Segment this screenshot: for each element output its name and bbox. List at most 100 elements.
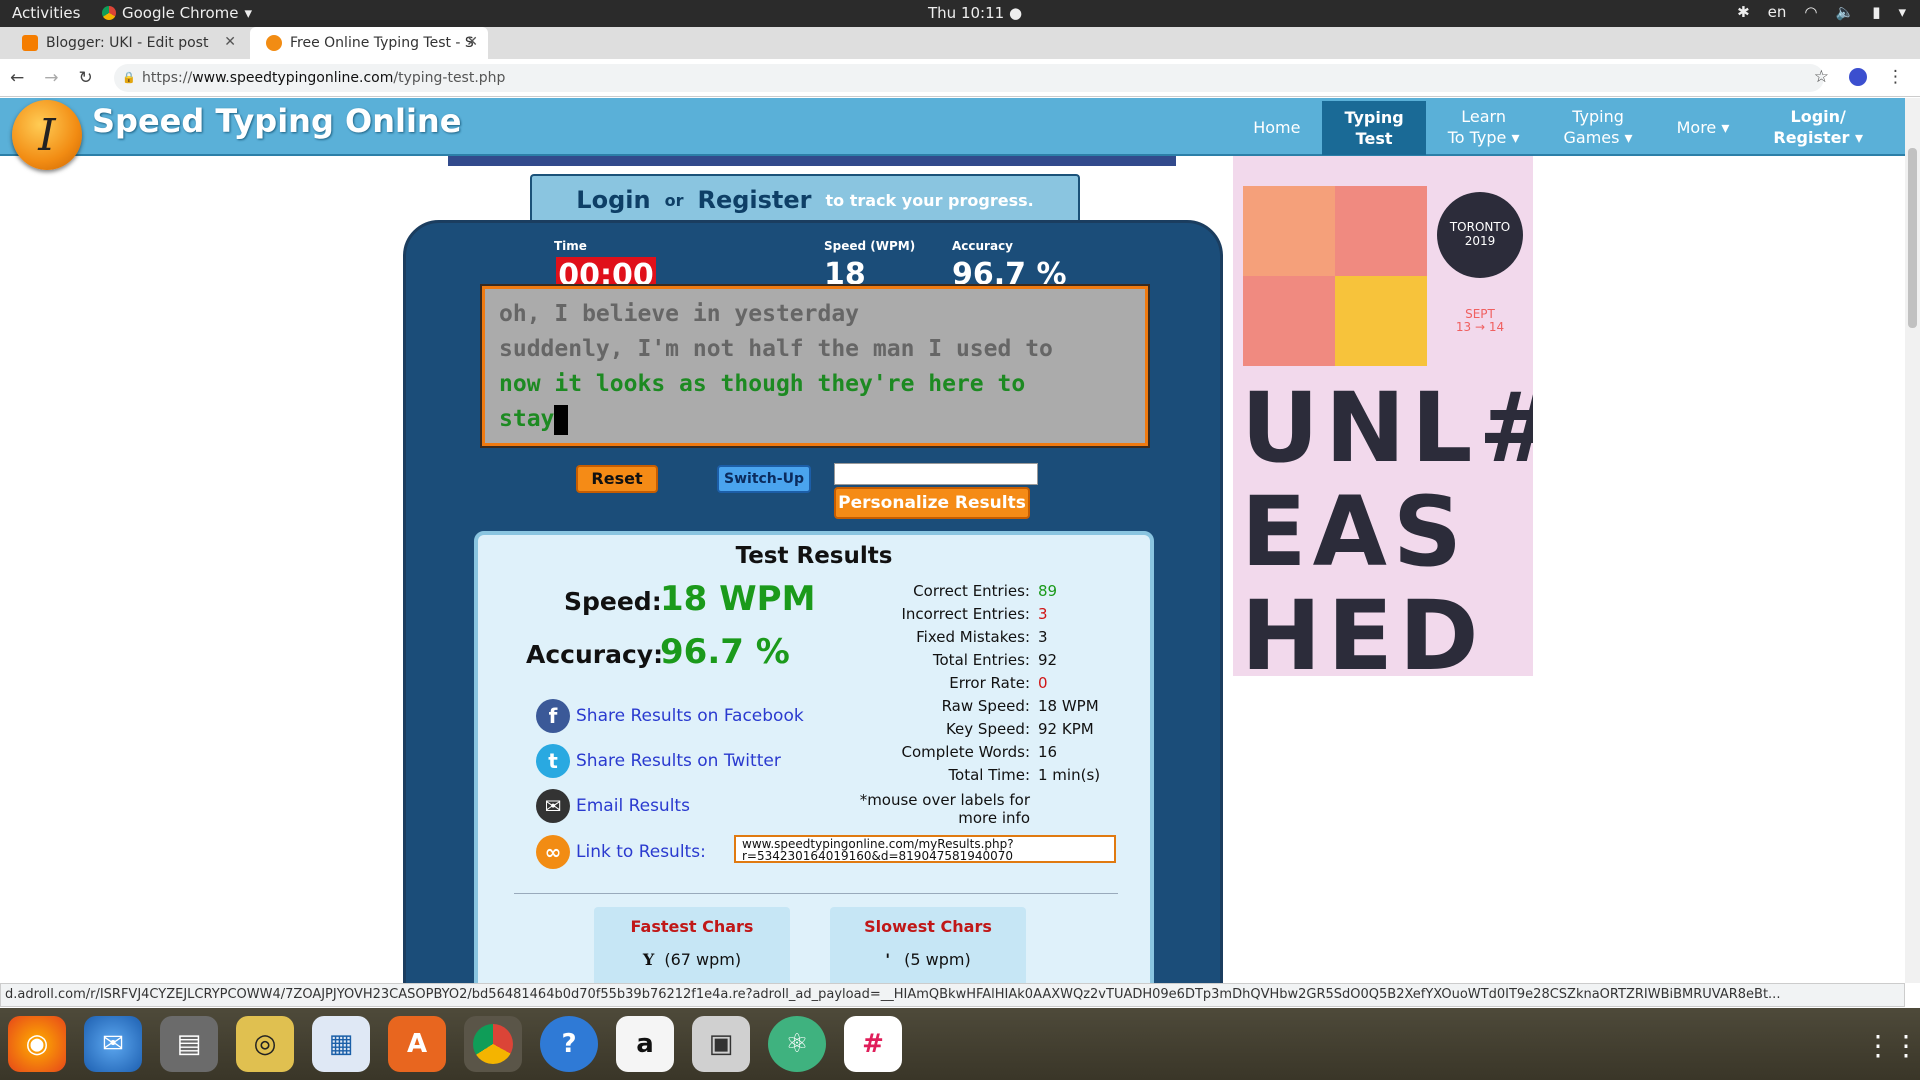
email-label: Email Results — [576, 796, 690, 816]
firefox-icon[interactable]: ◉ — [8, 1016, 66, 1072]
stat-label[interactable]: Error Rate: — [868, 674, 1038, 692]
typing-text-area[interactable]: oh, I believe in yesterday suddenly, I'm… — [482, 286, 1148, 446]
activities-button[interactable]: Activities — [12, 4, 80, 22]
app-menu[interactable]: Google Chrome ▾ — [102, 4, 252, 22]
personalize-results-button[interactable]: Personalize Results — [834, 487, 1030, 519]
taskbar-dock: ◉ ✉ ▤ ◎ ▦ A ? a ▣ ⚛ # ⋮⋮⋮ — [0, 1008, 1920, 1080]
accuracy-label: Accuracy — [952, 239, 1014, 253]
stat-label[interactable]: Incorrect Entries: — [868, 605, 1038, 623]
mouse-over-note: *mouse over labels for more info — [858, 791, 1030, 827]
volume-icon[interactable]: 🔈 — [1836, 3, 1855, 21]
browser-tab-typing-test[interactable]: Free Online Typing Test - S ✕ — [250, 27, 488, 59]
show-apps-icon[interactable]: ⋮⋮⋮ — [1864, 1028, 1920, 1064]
stat-row: Error Rate: 0 — [868, 671, 1148, 694]
menu-login-register[interactable]: Login/Register ▾ — [1751, 100, 1885, 154]
menu-label: Home — [1253, 117, 1301, 137]
software-icon[interactable]: A — [388, 1016, 446, 1072]
url-scheme: https:// — [142, 70, 193, 86]
email-icon: ✉ — [536, 789, 570, 823]
reset-button[interactable]: Reset — [576, 465, 658, 493]
stat-label[interactable]: Complete Words: — [868, 743, 1038, 761]
ad-banner[interactable] — [448, 156, 1176, 166]
ad-shape-petals — [1243, 186, 1427, 366]
note-line: more info — [958, 809, 1030, 827]
typed-line: suddenly, I'm not half the man I used to — [499, 336, 1053, 362]
results-stats: Correct Entries: 89 Incorrect Entries: 3 Fix… — [868, 579, 1148, 786]
dock-icons: ◉ ✉ ▤ ◎ ▦ A ? a ▣ ⚛ # — [8, 1016, 902, 1072]
personalize-input[interactable] — [834, 463, 1038, 485]
clock[interactable]: Thu 10:11 ● — [928, 4, 1022, 22]
back-icon[interactable]: ← — [10, 68, 24, 88]
thunderbird-icon[interactable]: ✉ — [84, 1016, 142, 1072]
stat-row: Total Time: 1 min(s) — [868, 763, 1148, 786]
amazon-icon[interactable]: a — [616, 1016, 674, 1072]
slowest-chars-box: Slowest Chars ' (5 wpm) — [830, 907, 1026, 983]
stat-label[interactable]: Total Entries: — [868, 651, 1038, 669]
close-icon[interactable]: ✕ — [224, 34, 236, 50]
menu-label: Test — [1355, 129, 1393, 148]
stat-label[interactable]: Raw Speed: — [868, 697, 1038, 715]
results-url-field[interactable]: www.speedtypingonline.com/myResults.php?… — [734, 835, 1116, 863]
nav-buttons: ← → ↻ — [10, 68, 93, 88]
menu-dots-icon[interactable]: ⋮ — [1887, 67, 1904, 87]
browser-tab-blogger[interactable]: Blogger: UKI - Edit post ✕ — [6, 27, 246, 59]
writer-icon[interactable]: ▦ — [312, 1016, 370, 1072]
status-url-bar: d.adroll.com/r/ISRFVJ4CYZEJLCRYPCOWW4/7Z… — [0, 983, 1905, 1007]
fastest-char-speed: (67 wpm) — [664, 950, 742, 969]
page-scrollbar[interactable] — [1905, 98, 1920, 983]
reload-icon[interactable]: ↻ — [79, 68, 93, 88]
scrollbar-thumb[interactable] — [1908, 148, 1917, 328]
stat-value: 3 — [1038, 604, 1048, 623]
url-field[interactable]: https://www.speedtypingonline.com/typing… — [114, 64, 1824, 92]
stat-value: 92 — [1038, 650, 1058, 669]
close-icon[interactable]: ✕ — [466, 34, 478, 50]
stat-label[interactable]: Correct Entries: — [868, 582, 1038, 600]
site-logo[interactable]: I — [12, 100, 82, 170]
switch-up-button[interactable]: Switch-Up — [717, 465, 811, 493]
extension-icon[interactable] — [1849, 68, 1867, 86]
twitter-icon: t — [536, 744, 570, 778]
result-accuracy-label: Accuracy: — [526, 640, 664, 669]
slowest-char: ' (5 wpm) — [830, 950, 1026, 969]
accessibility-icon[interactable]: ✱ — [1737, 3, 1750, 21]
menu-label: Login/ — [1790, 107, 1846, 126]
menu-home[interactable]: Home — [1231, 100, 1322, 154]
bookmark-star-icon[interactable]: ☆ — [1814, 67, 1829, 87]
system-tray[interactable]: ✱ en ◠ 🔈 ▮ ▾ — [1737, 3, 1906, 21]
stat-label[interactable]: Fixed Mistakes: — [868, 628, 1038, 646]
share-twitter-link[interactable]: t Share Results on Twitter — [536, 744, 781, 778]
lock-icon[interactable]: 🔒 — [122, 71, 136, 84]
help-icon[interactable]: ? — [540, 1016, 598, 1072]
chevron-down-icon[interactable]: ▾ — [1898, 3, 1906, 21]
link-to-results[interactable]: ∞ Link to Results: — [536, 835, 706, 869]
battery-icon[interactable]: ▮ — [1872, 3, 1880, 21]
camera-icon[interactable]: ▣ — [692, 1016, 750, 1072]
chrome-icon[interactable] — [464, 1016, 522, 1072]
login-tail-text: to track your progress. — [825, 190, 1034, 210]
atom-icon[interactable]: ⚛ — [768, 1016, 826, 1072]
menu-learn-to-type[interactable]: Learn To Type ▾ — [1426, 100, 1542, 154]
menu-more[interactable]: More ▾ — [1655, 100, 1752, 154]
os-top-bar: Activities Google Chrome ▾ Thu 10:11 ● ✱… — [0, 0, 1920, 27]
side-advertisement[interactable]: TORONTO 2019 SEPT 13 → 14 UNL# EAS HED — [1233, 156, 1533, 676]
speed-typing-icon — [266, 35, 282, 51]
result-speed-label: Speed: — [564, 587, 662, 616]
wifi-icon[interactable]: ◠ — [1804, 3, 1817, 21]
stat-label[interactable]: Key Speed: — [868, 720, 1038, 738]
email-results-link[interactable]: ✉ Email Results — [536, 789, 690, 823]
share-facebook-link[interactable]: f Share Results on Facebook — [536, 699, 804, 733]
ad-city: TORONTO — [1449, 220, 1511, 234]
menu-typing-games[interactable]: Typing Games ▾ — [1542, 100, 1655, 154]
site-name[interactable]: Speed Typing Online — [92, 102, 461, 140]
forward-icon[interactable]: → — [44, 68, 58, 88]
slack-icon[interactable]: # — [844, 1016, 902, 1072]
files-icon[interactable]: ▤ — [160, 1016, 218, 1072]
register-link[interactable]: Register — [697, 186, 811, 214]
menu-label: More ▾ — [1676, 117, 1730, 137]
rhythmbox-icon[interactable]: ◎ — [236, 1016, 294, 1072]
language-indicator[interactable]: en — [1768, 3, 1787, 21]
login-link[interactable]: Login — [576, 186, 650, 214]
correct-line: now it looks as though they're here to — [499, 371, 1026, 397]
stat-label[interactable]: Total Time: — [868, 766, 1038, 784]
menu-typing-test[interactable]: Typing Test — [1322, 101, 1426, 155]
